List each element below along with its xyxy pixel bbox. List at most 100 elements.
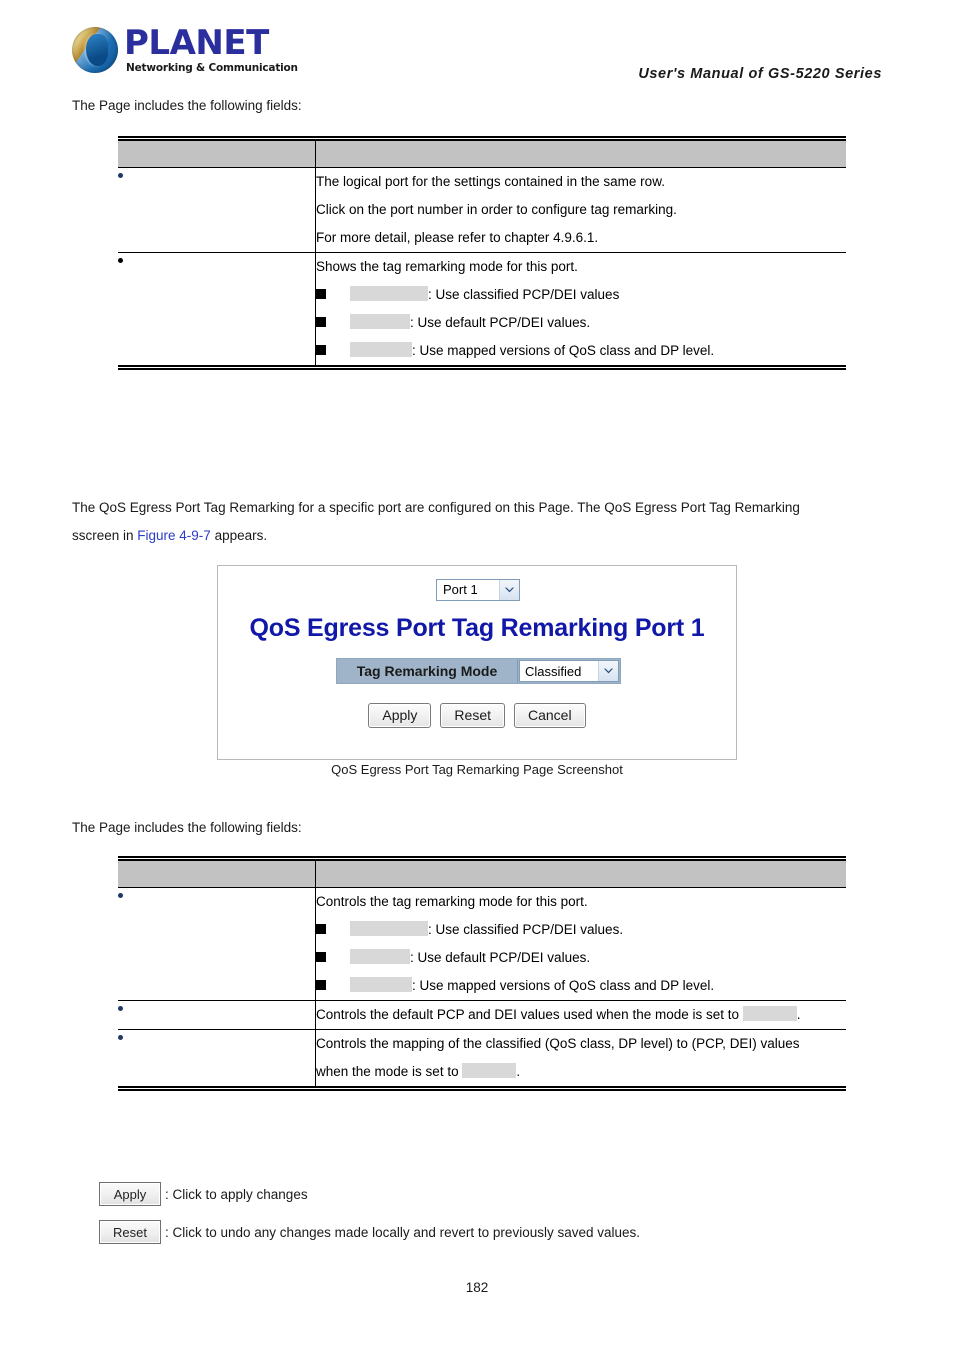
desc-bullet-text: : Use default PCP/DEI values.: [410, 315, 591, 330]
manual-title: User's Manual of GS-5220 Series: [638, 66, 882, 82]
desc-bullet-text: : Use mapped versions of QoS class and D…: [412, 343, 715, 358]
desc-text-pre: Controls the default PCP and DEI values …: [316, 1007, 743, 1022]
table-2-bottom-rule: [118, 1086, 846, 1091]
table-2-header-description: [315, 861, 846, 888]
table-row: Controls the tag remarking mode for this…: [118, 887, 846, 1001]
table-1-row-1-desc-cell: Shows the tag remarking mode for this po…: [316, 253, 847, 366]
reset-button[interactable]: Reset: [440, 703, 505, 728]
desc-line: The logical port for the settings contai…: [316, 174, 665, 189]
redacted-term: [350, 949, 410, 964]
desc-line: Controls the mapping of the classified (…: [316, 1036, 800, 1051]
table-row: Controls the mapping of the classified (…: [118, 1029, 847, 1087]
table-row: Controls the default PCP and DEI values …: [118, 1000, 846, 1030]
bullet-icon: [118, 1034, 123, 1040]
table-2-row-1-label-cell: [118, 1000, 316, 1030]
logo-tagline: Networking & Communication: [126, 62, 298, 74]
square-bullet-icon: [316, 317, 326, 327]
chevron-down-icon[interactable]: [499, 580, 519, 600]
redacted-term: [350, 977, 412, 992]
desc-bullet-text: : Use default PCP/DEI values.: [410, 950, 591, 965]
desc-bullet-line: : Use classified PCP/DEI values.: [316, 916, 846, 944]
table-2-row-2-desc-cell: Controls the mapping of the classified (…: [316, 1030, 847, 1087]
table-row: The logical port for the settings contai…: [118, 167, 846, 253]
desc-line: For more detail, please refer to chapter…: [316, 230, 599, 245]
cancel-button[interactable]: Cancel: [514, 703, 586, 728]
redacted-term: [350, 342, 412, 357]
square-bullet-icon: [316, 924, 326, 934]
bullet-icon: [118, 172, 123, 178]
desc-text-pre: when the mode is set to: [316, 1064, 463, 1079]
port-select-value: Port 1: [443, 582, 478, 597]
legend-apply-text: : Click to apply changes: [165, 1186, 308, 1202]
square-bullet-icon: [316, 980, 326, 990]
bullet-icon: [118, 257, 123, 263]
desc-line: Click on the port number in order to con…: [316, 202, 677, 217]
table-1-header-object: [118, 141, 316, 168]
redacted-term: [350, 314, 410, 329]
square-bullet-icon: [316, 289, 326, 299]
table-2-header-object: [118, 861, 316, 888]
desc-line: when the mode is set to .: [316, 1058, 846, 1086]
bullet-icon: [118, 1005, 123, 1011]
legend-apply-row: Apply : Click to apply changes: [99, 1182, 308, 1206]
legend-reset-text: : Click to undo any changes made locally…: [165, 1224, 641, 1240]
table-2: Controls the tag remarking mode for this…: [118, 861, 846, 1086]
body-paragraph-line-2-pre: sscreen in: [72, 528, 138, 543]
body-paragraph-line-2-post: appears.: [210, 528, 268, 543]
globe-icon: [72, 27, 118, 73]
reset-button[interactable]: Reset: [99, 1220, 161, 1244]
table-1-header-row: [118, 141, 846, 168]
table-2-row-1-desc-cell: Controls the default PCP and DEI values …: [315, 1000, 846, 1030]
figure-screenshot: Port 1 QoS Egress Port Tag Remarking Por…: [217, 565, 737, 760]
planet-logo: PLANET Networking & Communication: [72, 23, 298, 78]
page-header: PLANET Networking & Communication User's…: [0, 24, 954, 84]
field-table-2: Controls the tag remarking mode for this…: [118, 856, 846, 1091]
tag-remarking-mode-value: Classified: [525, 663, 582, 679]
desc-text-post: .: [516, 1064, 521, 1079]
redacted-term: [742, 1006, 797, 1021]
intro-paragraph-1: The Page includes the following fields:: [72, 98, 302, 113]
square-bullet-icon: [316, 345, 326, 355]
apply-button[interactable]: Apply: [368, 703, 432, 728]
logo-wordmark: PLANET: [124, 23, 269, 63]
table-1-header-description: [315, 141, 846, 168]
apply-button[interactable]: Apply: [99, 1182, 161, 1206]
desc-bullet-text: : Use classified PCP/DEI values.: [428, 922, 624, 937]
figure-caption: QoS Egress Port Tag Remarking Page Scree…: [331, 762, 623, 777]
intro-paragraph-2: The Page includes the following fields:: [72, 820, 302, 835]
redacted-term: [462, 1063, 517, 1078]
table-2-row-0-desc-cell: Controls the tag remarking mode for this…: [315, 887, 846, 1001]
table-2-header-row: [118, 861, 846, 888]
figure-page-title: QoS Egress Port Tag Remarking Port 1: [249, 614, 705, 642]
redacted-term: [350, 286, 428, 301]
table-1-bottom-rule: [118, 365, 846, 370]
legend-reset-row: Reset : Click to undo any changes made l…: [99, 1220, 640, 1244]
table-1-row-0-label-cell: [118, 167, 316, 253]
desc-bullet-line: : Use mapped versions of QoS class and D…: [316, 972, 846, 1000]
chevron-down-icon[interactable]: [598, 661, 618, 681]
figure-cross-reference-link[interactable]: Figure 4-9-7: [137, 528, 211, 543]
desc-bullet-line: : Use mapped versions of QoS class and D…: [316, 337, 846, 365]
figure-button-row: Apply Reset Cancel: [218, 703, 736, 728]
desc-bullet-line: : Use classified PCP/DEI values: [316, 281, 846, 309]
port-select[interactable]: Port 1: [436, 579, 520, 601]
tag-remarking-mode-row: Tag Remarking Mode Classified: [336, 658, 621, 684]
body-paragraph-line-2: sscreen in Figure 4-9-7 appears.: [72, 522, 267, 550]
table-2-row-0-label-cell: [118, 887, 316, 1001]
table-1: The logical port for the settings contai…: [118, 141, 846, 365]
field-table-1: The logical port for the settings contai…: [118, 136, 846, 370]
table-1-row-0-desc-cell: The logical port for the settings contai…: [315, 167, 846, 253]
square-bullet-icon: [316, 952, 326, 962]
desc-bullet-line: : Use default PCP/DEI values.: [316, 944, 846, 972]
body-paragraph-line-1: The QoS Egress Port Tag Remarking for a …: [72, 500, 800, 515]
table-1-row-1-label-cell: [118, 252, 316, 365]
desc-bullet-text: : Use classified PCP/DEI values: [428, 287, 620, 302]
desc-bullet-line: : Use default PCP/DEI values.: [316, 309, 846, 337]
bullet-icon: [118, 892, 123, 898]
table-row: Shows the tag remarking mode for this po…: [118, 252, 847, 366]
tag-remarking-mode-select[interactable]: Classified: [519, 660, 619, 682]
desc-line: Shows the tag remarking mode for this po…: [316, 259, 578, 274]
desc-text-post: .: [796, 1007, 801, 1022]
desc-line: Controls the default PCP and DEI values …: [316, 1001, 846, 1029]
desc-bullet-text: : Use mapped versions of QoS class and D…: [412, 978, 715, 993]
